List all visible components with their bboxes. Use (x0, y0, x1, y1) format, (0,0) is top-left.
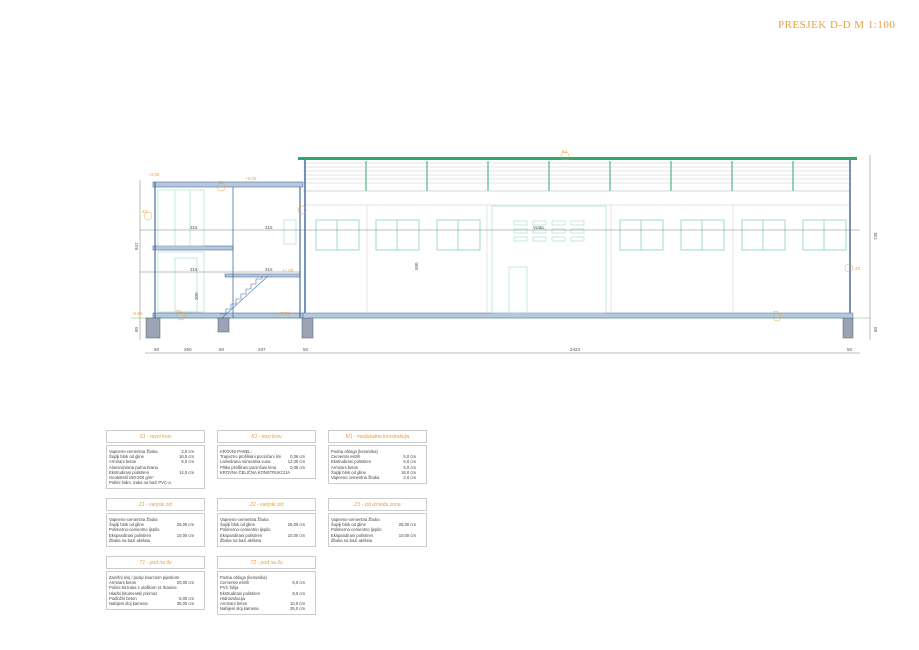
svg-text:Z2: Z2 (855, 266, 861, 271)
material-legend-table: Z2 - vanjski zid Vapneno-cementna žbuka Šu… (217, 498, 316, 548)
table-body: Završni sloj / posip kvarcnim pijeskom Ar… (106, 571, 205, 611)
table-title: M1 - međukatna konstrukcija (328, 430, 427, 443)
roof-truss (303, 162, 850, 206)
layer-name: Žbuka na bazi akrilata (109, 537, 150, 543)
material-legend-table: S1 - ravni krov Vapneno-cementna žbuka 2,0… (106, 430, 205, 490)
layer-name: Žbuka na bazi akrilata (220, 537, 261, 543)
svg-text:315: 315 (265, 225, 273, 230)
truss-verticals (365, 161, 794, 191)
table-title: S1 - ravni krov (106, 430, 205, 443)
table-title: T2 - pod na tlu (217, 556, 316, 569)
svg-text:315: 315 (190, 267, 198, 272)
table-row: Žbuka na bazi akrilata (220, 538, 313, 543)
svg-text:60: 60 (873, 326, 878, 332)
roof-panel (298, 157, 857, 160)
svg-text:80: 80 (134, 326, 139, 332)
layer-thickness: 35,00 cm (176, 601, 194, 607)
section-drawing: 50 250 50 337 50 2423 50 847 736 80 60 3… (130, 149, 878, 354)
svg-text:315: 315 (190, 225, 198, 230)
left-glazing (157, 189, 297, 313)
table-body: Podna obloga (keramika) Cementni estrih 5,… (328, 445, 427, 485)
tag-labels: S1 K1 Z1 Z2 T1 T2 (142, 149, 861, 315)
svg-text:Z1: Z1 (142, 209, 148, 214)
left-block (152, 181, 304, 319)
layer-name: Polimi hidro. traka na bazi PVC-a (109, 480, 171, 486)
layer-name: Nabijeni sloj kamena (109, 601, 148, 607)
layer-name: Nabijeni sloj kamena (220, 606, 259, 612)
hall-windows (315, 219, 847, 251)
table-title: Z2 - vanjski zid (217, 498, 316, 511)
layer-thickness: 35,0 cm (290, 606, 305, 612)
layer-name: Žbuka na bazi akrilata (331, 537, 372, 543)
layer-thickness (305, 538, 313, 543)
svg-text:T2: T2 (773, 310, 779, 315)
layer-thickness (416, 538, 424, 543)
svg-text:-0.50: -0.50 (132, 311, 143, 316)
table-row: KROVNA ČELIČNA KONSTRUKCIJA (220, 470, 313, 475)
table-title: Z3 - zid između zona (328, 498, 427, 511)
svg-text:K1: K1 (562, 149, 568, 154)
table-row: Žbuka na bazi akrilata (331, 538, 424, 543)
layer-thickness (194, 538, 202, 543)
table-body: Vapneno-cementna žbuka Šuplji blok od gli… (328, 513, 427, 548)
table-body: Vapneno-cementna žbuka Šuplji blok od gli… (106, 513, 205, 548)
table-title: Z1 - vanjski zid (106, 498, 205, 511)
svg-text:50: 50 (847, 347, 853, 352)
table-title: T1 - pod na tlu (106, 556, 205, 569)
svg-text:2423: 2423 (570, 347, 581, 352)
table-body: Podna obloga (keramika) Cementni estrih 5,… (217, 571, 316, 616)
horizontal-dims: 50 250 50 337 50 2423 50 (154, 347, 853, 352)
industrial-door (491, 205, 607, 314)
svg-text:S1: S1 (218, 180, 224, 185)
svg-text:500: 500 (414, 262, 419, 270)
material-legend-table: K1 - kosi krov KROVNI PANEL: Trapezno prof… (217, 430, 316, 480)
svg-text:50: 50 (219, 347, 225, 352)
svg-text:736: 736 (873, 232, 878, 240)
material-legend-table: M1 - međukatna konstrukcija Podna obloga … (328, 430, 427, 485)
material-legend-table: T1 - pod na tlu Završni sloj / posip kvar… (106, 556, 205, 611)
table-body: Vapneno-cementna žbuka Šuplji blok od gli… (217, 513, 316, 548)
svg-text:50: 50 (303, 347, 309, 352)
hall-walls (302, 160, 854, 319)
layer-name: Vapneno cementna žbuka (331, 475, 380, 481)
svg-text:337: 337 (258, 347, 266, 352)
layer-name: KROVNA ČELIČNA KONSTRUKCIJA (220, 469, 291, 475)
level-marks: +3.00 +3.00 ±0.00 +1.00 -0.50 (132, 172, 294, 316)
layer-thickness (194, 480, 202, 485)
hall-pillars (366, 205, 734, 313)
svg-text:Vrata: Vrata (533, 225, 544, 230)
material-legend-table: T2 - pod na tlu Podna obloga (keramika) Ce… (217, 556, 316, 616)
svg-text:250: 250 (184, 347, 192, 352)
svg-text:T1: T1 (176, 309, 182, 314)
table-row: Nabijeni sloj kamena 35,0 cm (220, 606, 313, 611)
svg-text:315: 315 (265, 267, 273, 272)
table-title: K1 - kosi krov (217, 430, 316, 443)
layer-thickness: 2,0 cm (403, 475, 416, 481)
table-row: Nabijeni sloj kamena 35,00 cm (109, 601, 202, 606)
svg-text:300: 300 (194, 292, 199, 300)
material-legend-table: Z1 - vanjski zid Vapneno-cementna žbuka Šu… (106, 498, 205, 548)
table-body: KROVNI PANEL: Trapezno profilirani pocinč… (217, 445, 316, 480)
svg-text:+1.00: +1.00 (282, 268, 294, 273)
svg-text:±0.00: ±0.00 (278, 311, 290, 316)
table-row: Polimi hidro. traka na bazi PVC-a (109, 480, 202, 485)
material-legend-table: Z3 - zid između zona Vapneno-cementna žbu… (328, 498, 427, 548)
foundations (145, 317, 854, 339)
layer-thickness (305, 470, 313, 475)
svg-text:+3.00: +3.00 (148, 172, 160, 177)
svg-text:50: 50 (154, 347, 160, 352)
table-row: Žbuka na bazi akrilata (109, 538, 202, 543)
svg-text:+3.00: +3.00 (245, 176, 257, 181)
table-body: Vapneno-cementna žbuka 2,0 cm Šuplji blok … (106, 445, 205, 490)
table-row: Vapneno cementna žbuka 2,0 cm (331, 475, 424, 480)
svg-text:847: 847 (134, 242, 139, 250)
